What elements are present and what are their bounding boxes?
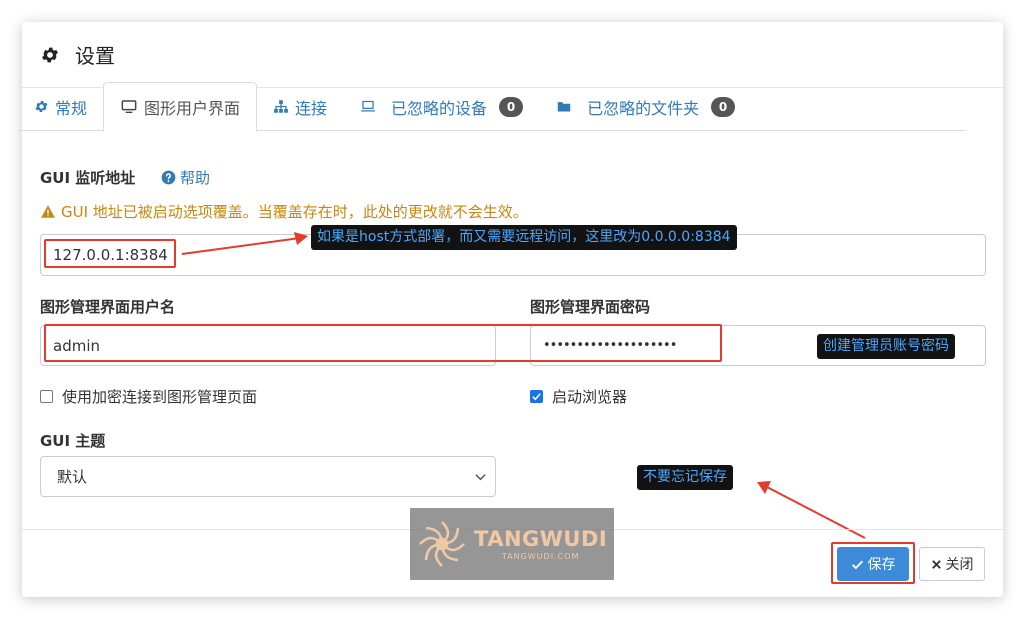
dialog-title: 设置: [75, 44, 115, 68]
theme-select[interactable]: 默认: [40, 456, 496, 497]
annotation-arrow: [181, 232, 308, 255]
tls-option[interactable]: 使用加密连接到图形管理页面: [40, 386, 257, 407]
chevron-down-icon: [475, 474, 486, 481]
help-link[interactable]: 帮助: [161, 167, 210, 188]
folder-icon: [557, 102, 571, 112]
annotation-credentials-note: 创建管理员账号密码: [817, 334, 955, 359]
override-warning: GUI 地址已被启动选项覆盖。当覆盖存在时，此处的更改就不会生效。: [40, 201, 528, 222]
annotation-address-note: 如果是host方式部署，而又需要远程访问，这里改为0.0.0.0:8384: [311, 225, 737, 250]
monitor-icon: [121, 100, 137, 113]
annotation-highlight-credentials: [44, 324, 722, 362]
tls-checkbox[interactable]: [40, 390, 53, 403]
check-icon: [851, 560, 863, 569]
flower-logo-icon: [419, 521, 465, 567]
count-badge: 0: [499, 96, 524, 117]
gui-address-label: GUI 监听地址: [40, 169, 136, 187]
tab-general[interactable]: 常规: [18, 82, 103, 131]
close-icon: [931, 559, 941, 569]
annotation-highlight-address: [44, 239, 176, 268]
tab-ignored-devices[interactable]: 已忽略的设备 0: [343, 82, 539, 131]
annotation-arrow: [757, 481, 866, 539]
watermark-logo: TANGWUDI TANGWUDI.COM: [410, 508, 614, 580]
tab-ignored-folders[interactable]: 已忽略的文件夹 0: [539, 82, 751, 131]
tab-label: 已忽略的设备: [391, 98, 488, 118]
check-icon: [532, 393, 541, 401]
count-badge: 0: [711, 96, 736, 117]
close-button[interactable]: 关闭: [919, 547, 985, 581]
tab-label: 常规: [55, 98, 88, 118]
tls-label: 使用加密连接到图形管理页面: [62, 388, 258, 406]
tab-label: 已忽略的文件夹: [587, 98, 700, 118]
save-button[interactable]: 保存: [837, 547, 909, 581]
tab-label: 图形用户界面: [144, 99, 241, 118]
theme-label: GUI 主题: [40, 432, 106, 450]
browser-checkbox[interactable]: [530, 390, 543, 403]
question-circle-icon: [161, 170, 176, 185]
settings-tabs: 常规 图形用户界面 连接 已忽略的设备 0 已忽略的文件夹 0: [18, 82, 966, 132]
theme-value: 默认: [57, 468, 88, 486]
gear-icon: [35, 101, 48, 112]
sitemap-icon: [274, 100, 288, 113]
annotation-save-note: 不要忘记保存: [637, 465, 733, 490]
browser-option[interactable]: 启动浏览器: [530, 386, 627, 407]
watermark-text: TANGWUDI TANGWUDI.COM: [474, 527, 608, 561]
browser-label: 启动浏览器: [552, 388, 628, 406]
laptop-icon: [361, 100, 375, 112]
username-label: 图形管理界面用户名: [40, 298, 176, 316]
dialog-header: 设置: [22, 22, 1003, 88]
tab-connections[interactable]: 连接: [257, 82, 343, 131]
gear-icon: [42, 47, 58, 62]
tab-label: 连接: [295, 98, 328, 118]
tab-gui[interactable]: 图形用户界面: [103, 82, 258, 132]
warning-icon: [41, 205, 55, 218]
password-label: 图形管理界面密码: [530, 298, 651, 316]
